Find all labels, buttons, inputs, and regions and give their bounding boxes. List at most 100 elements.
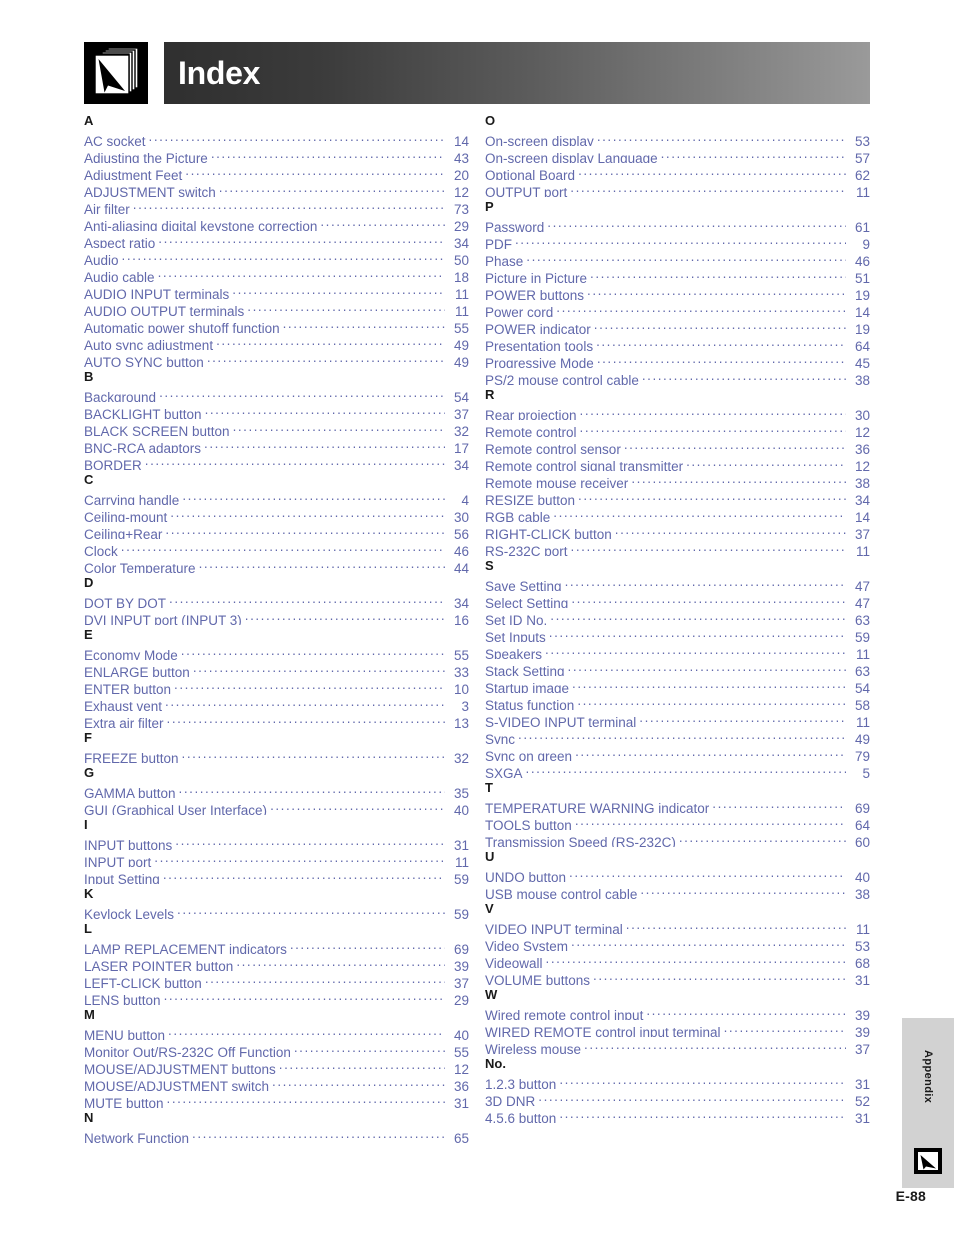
index-entry[interactable]: MENU button 40 [84, 1023, 469, 1040]
index-entry[interactable]: INPUT port 11 [84, 850, 469, 867]
index-entry[interactable]: Select Setting 47 [485, 591, 870, 608]
index-entry[interactable]: Carrying handle 4 [84, 488, 469, 505]
index-entry[interactable]: Videowall 68 [485, 951, 870, 968]
index-entry[interactable]: Video System 53 [485, 934, 870, 951]
index-entry[interactable]: 3D DNR 52 [485, 1089, 870, 1106]
index-entry[interactable]: Audio cable 18 [84, 265, 469, 282]
index-entry[interactable]: RS-232C port 11 [485, 539, 870, 556]
index-entry[interactable]: Audio 50 [84, 248, 469, 265]
index-entry[interactable]: AUTO SYNC button 49 [84, 350, 469, 367]
index-entry[interactable]: Extra air filter 13 [84, 711, 469, 728]
index-entry[interactable]: On-screen display Language 57 [485, 146, 870, 163]
index-entry[interactable]: Auto sync adjustment 49 [84, 333, 469, 350]
index-entry[interactable]: BORDER 34 [84, 453, 469, 470]
index-entry[interactable]: Economy Mode 55 [84, 643, 469, 660]
index-entry[interactable]: BLACK SCREEN button 32 [84, 419, 469, 436]
index-entry[interactable]: DVI INPUT port (INPUT 3) 16 [84, 608, 469, 625]
index-entry[interactable]: Network Function 65 [84, 1126, 469, 1143]
index-entry[interactable]: Transmission Speed (RS-232C) 60 [485, 830, 870, 847]
index-entry[interactable]: Ceiling-mount 30 [84, 505, 469, 522]
index-entry[interactable]: SXGA 5 [485, 761, 870, 778]
index-entry[interactable]: Speakers 11 [485, 642, 870, 659]
index-entry[interactable]: VOLUME buttons 31 [485, 968, 870, 985]
index-entry[interactable]: Save Setting 47 [485, 574, 870, 591]
index-entry[interactable]: LEFT-CLICK button 37 [84, 971, 469, 988]
index-entry[interactable]: Ceiling+Rear 56 [84, 522, 469, 539]
index-entry[interactable]: WIRED REMOTE control input terminal 39 [485, 1020, 870, 1037]
index-entry[interactable]: INPUT buttons 31 [84, 833, 469, 850]
index-entry[interactable]: Wired remote control input 39 [485, 1003, 870, 1020]
index-entry-label: Audio cable [84, 270, 155, 282]
index-entry[interactable]: Remote control signal transmitter 12 [485, 454, 870, 471]
index-entry[interactable]: RIGHT-CLICK button 37 [485, 522, 870, 539]
index-entry[interactable]: Air filter 73 [84, 197, 469, 214]
index-entry[interactable]: Color Temperature 44 [84, 556, 469, 573]
index-entry[interactable]: Set Inputs 59 [485, 625, 870, 642]
index-entry[interactable]: TOOLS button 64 [485, 813, 870, 830]
index-entry[interactable]: Background 54 [84, 385, 469, 402]
index-entry[interactable]: Rear projection 30 [485, 403, 870, 420]
index-entry[interactable]: Keylock Levels 59 [84, 902, 469, 919]
index-entry[interactable]: Sync 49 [485, 727, 870, 744]
index-entry[interactable]: USB mouse control cable 38 [485, 882, 870, 899]
index-entry[interactable]: Input Setting 59 [84, 867, 469, 884]
index-entry[interactable]: Picture in Picture 51 [485, 266, 870, 283]
index-entry[interactable]: Remote mouse receiver 38 [485, 471, 870, 488]
index-entry[interactable]: Aspect ratio 34 [84, 231, 469, 248]
index-entry[interactable]: AUDIO OUTPUT terminals 11 [84, 299, 469, 316]
index-entry[interactable]: LAMP REPLACEMENT indicators 69 [84, 937, 469, 954]
index-entry[interactable]: RGB cable 14 [485, 505, 870, 522]
index-entry[interactable]: PS/2 mouse control cable 38 [485, 368, 870, 385]
index-entry[interactable]: Progressive Mode 45 [485, 351, 870, 368]
index-entry[interactable]: MOUSE/ADJUSTMENT switch 36 [84, 1074, 469, 1091]
index-entry[interactable]: POWER buttons 19 [485, 283, 870, 300]
index-entry[interactable]: Remote control sensor 36 [485, 437, 870, 454]
index-entry[interactable]: LASER POINTER button 39 [84, 954, 469, 971]
index-entry[interactable]: Clock 46 [84, 539, 469, 556]
index-entry[interactable]: Remote control 12 [485, 420, 870, 437]
index-entry[interactable]: On-screen display 53 [485, 129, 870, 146]
index-entry[interactable]: MOUSE/ADJUSTMENT buttons 12 [84, 1057, 469, 1074]
index-entry[interactable]: Adjustment Feet 20 [84, 163, 469, 180]
index-entry[interactable]: 4.5.6 button 31 [485, 1106, 870, 1123]
index-entry[interactable]: FREEZE button 32 [84, 746, 469, 763]
index-entry[interactable]: GUI (Graphical User Interface) 40 [84, 798, 469, 815]
index-entry[interactable]: BACKLIGHT button 37 [84, 402, 469, 419]
index-entry[interactable]: Stack Setting 63 [485, 659, 870, 676]
index-entry[interactable]: Automatic power shutoff function 55 [84, 316, 469, 333]
appendix-side-tab[interactable]: Appendix [902, 1018, 954, 1188]
index-entry[interactable]: Phase 46 [485, 249, 870, 266]
index-entry[interactable]: GAMMA button 35 [84, 781, 469, 798]
index-entry[interactable]: UNDO button 40 [485, 865, 870, 882]
index-entry[interactable]: Adjusting the Picture 43 [84, 146, 469, 163]
index-entry[interactable]: Presentation tools 64 [485, 334, 870, 351]
index-entry[interactable]: Set ID No. 63 [485, 608, 870, 625]
index-entry[interactable]: ADJUSTMENT switch 12 [84, 180, 469, 197]
index-entry[interactable]: VIDEO INPUT terminal 11 [485, 917, 870, 934]
index-entry[interactable]: OUTPUT port 11 [485, 180, 870, 197]
index-entry[interactable]: Startup image 54 [485, 676, 870, 693]
index-entry[interactable]: Status function 58 [485, 693, 870, 710]
index-entry[interactable]: DOT BY DOT 34 [84, 591, 469, 608]
index-entry[interactable]: Anti-aliasing digital keystone correctio… [84, 214, 469, 231]
index-entry[interactable]: Exhaust vent 3 [84, 694, 469, 711]
index-entry[interactable]: 1.2.3 button 31 [485, 1072, 870, 1089]
index-entry[interactable]: RESIZE button 34 [485, 488, 870, 505]
index-entry[interactable]: PDF 9 [485, 232, 870, 249]
index-entry[interactable]: MUTE button 31 [84, 1091, 469, 1108]
index-entry[interactable]: Wireless mouse 37 [485, 1037, 870, 1054]
index-entry[interactable]: Monitor Out/RS-232C Off Function 55 [84, 1040, 469, 1057]
index-entry[interactable]: AUDIO INPUT terminals 11 [84, 282, 469, 299]
index-entry[interactable]: ENLARGE button 33 [84, 660, 469, 677]
index-entry[interactable]: POWER indicator 19 [485, 317, 870, 334]
index-entry[interactable]: ENTER button 10 [84, 677, 469, 694]
index-entry[interactable]: Optional Board 62 [485, 163, 870, 180]
index-entry[interactable]: S-VIDEO INPUT terminal 11 [485, 710, 870, 727]
index-entry[interactable]: AC socket 14 [84, 129, 469, 146]
index-entry[interactable]: Power cord 14 [485, 300, 870, 317]
index-entry[interactable]: TEMPERATURE WARNING indicator 69 [485, 796, 870, 813]
index-entry[interactable]: LENS button 29 [84, 988, 469, 1005]
index-entry[interactable]: BNC-RCA adaptors 17 [84, 436, 469, 453]
index-entry[interactable]: Password 61 [485, 215, 870, 232]
index-entry[interactable]: Sync on green 79 [485, 744, 870, 761]
